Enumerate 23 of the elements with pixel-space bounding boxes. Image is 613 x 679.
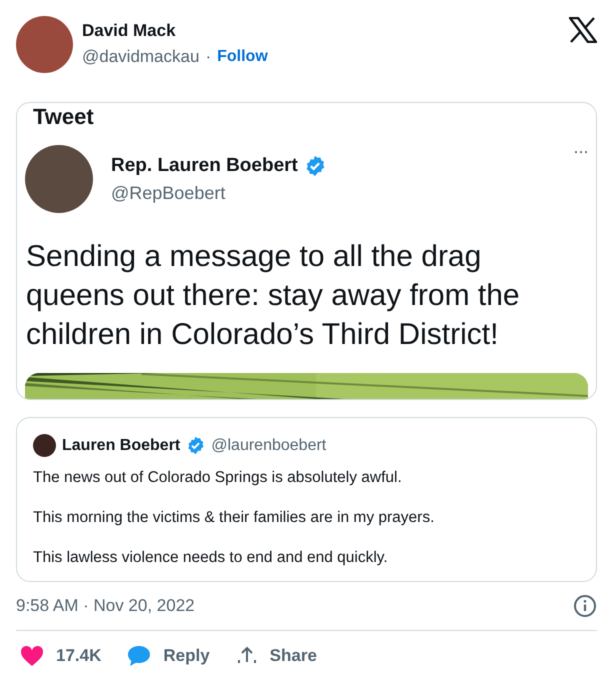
reply-button[interactable]: Reply [127,645,210,667]
tweet-text: The news out of Colorado Springs is absolutely awful. [33,469,403,487]
timestamp[interactable]: 9:58 AM · Nov 20, 2022 [16,596,195,616]
tweet-text: This morning the victims & their families are in my prayers. [33,509,436,527]
author-handle: @RepBoebert [111,182,226,204]
screen-title: Tweet [33,105,94,129]
follow-link[interactable]: Follow [217,48,268,66]
tweet-text: Sending a message to all the drag queens out there: stay away from the children in Colorado’s Third District! [26,239,521,353]
author-name: Rep. Lauren Boebert [111,154,298,176]
more-icon: ··· [573,141,588,162]
share-button[interactable]: Share [236,645,317,667]
separator: · [205,47,212,67]
author-name: Lauren Boebert [62,436,180,454]
tweet-text: This lawless violence needs to end and end quickly. [33,549,389,567]
author-name[interactable]: David Mack [82,21,560,41]
heart-icon [20,645,44,667]
speech-bubble-icon [127,645,152,667]
avatar [33,434,56,457]
author-handle[interactable]: @davidmackau [82,47,200,67]
like-button[interactable]: 17.4K [20,645,102,667]
x-logo-icon[interactable] [569,17,597,43]
info-icon[interactable] [573,594,597,618]
author-handle: @laurenboebert [211,436,326,454]
